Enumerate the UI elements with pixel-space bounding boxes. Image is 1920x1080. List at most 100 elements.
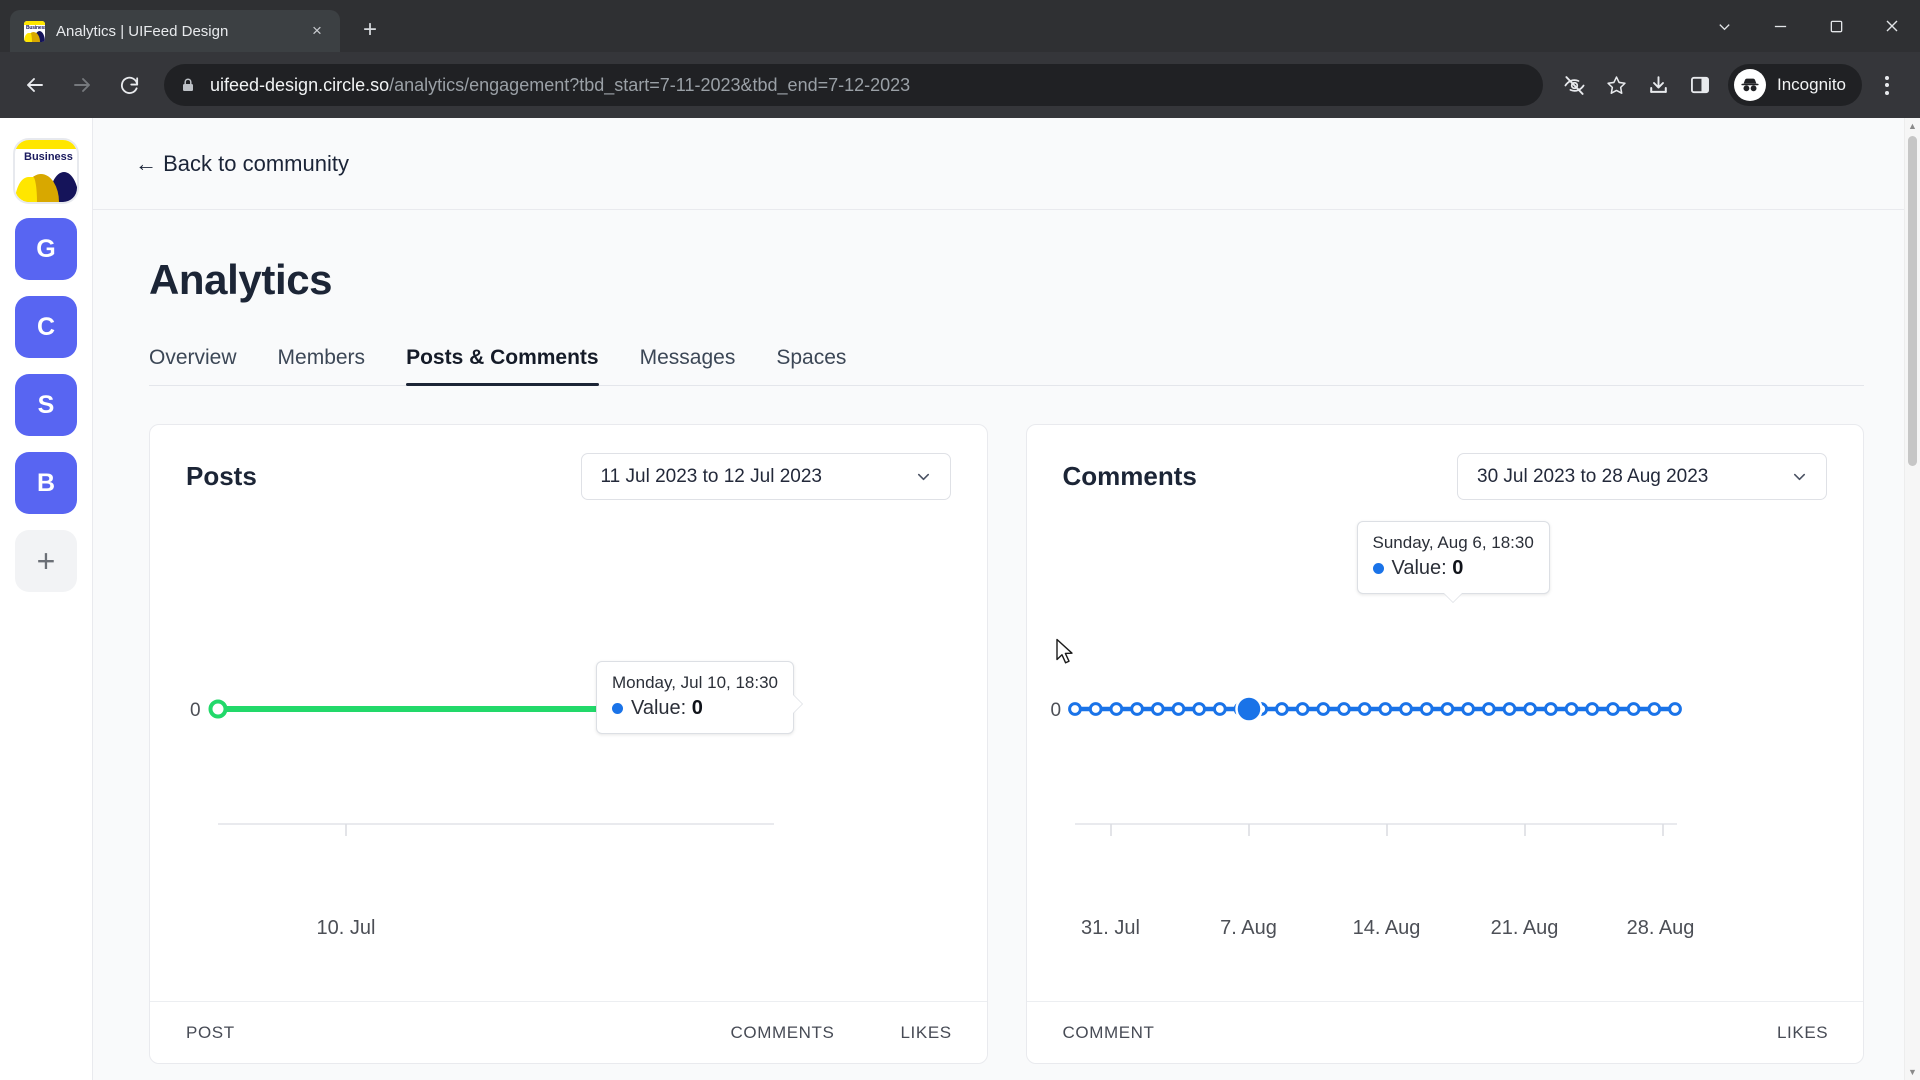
- maximize-icon[interactable]: [1808, 0, 1864, 52]
- tab-favicon-icon: Business: [24, 20, 45, 42]
- tab-messages[interactable]: Messages: [640, 346, 736, 385]
- comments-data-point[interactable]: [1150, 702, 1165, 716]
- browser-window: Business Analytics | UIFeed Design × + u…: [0, 0, 1920, 1080]
- posts-tooltip-value-row: Value: 0: [612, 697, 778, 720]
- comments-chart-tooltip: Sunday, Aug 6, 18:30 Value: 0: [1356, 521, 1550, 602]
- comments-data-point[interactable]: [1481, 702, 1496, 716]
- comments-data-point[interactable]: [1088, 702, 1103, 716]
- comments-highlighted-point: [1234, 695, 1263, 723]
- tab-members[interactable]: Members: [278, 346, 366, 385]
- page-viewport: Business G C S B + ← Back to community A…: [0, 118, 1920, 1080]
- posts-date-range-select[interactable]: 11 Jul 2023 to 12 Jul 2023: [580, 453, 951, 500]
- close-window-icon[interactable]: [1864, 0, 1920, 52]
- comments-data-point[interactable]: [1191, 702, 1206, 716]
- tab-posts-and-comments[interactable]: Posts & Comments: [406, 346, 599, 386]
- comments-data-point[interactable]: [1605, 702, 1620, 716]
- posts-col-likes: LIKES: [900, 1022, 952, 1042]
- comments-data-point[interactable]: [1295, 702, 1309, 716]
- comments-table-header: COMMENT LIKES: [1026, 1001, 1863, 1063]
- rail-item-c[interactable]: C: [15, 296, 77, 358]
- page-title: Analytics: [149, 256, 333, 303]
- eye-slash-icon[interactable]: [1554, 65, 1594, 105]
- add-community-button[interactable]: +: [15, 530, 77, 592]
- comments-col-likes: LIKES: [1777, 1022, 1829, 1042]
- comments-x-tick-2: 14. Aug: [1352, 917, 1421, 939]
- comments-data-point[interactable]: [1543, 702, 1558, 716]
- scroll-down-arrow-icon[interactable]: ▼: [1905, 1064, 1920, 1080]
- favicon-word: Business: [26, 24, 45, 31]
- tab-overview[interactable]: Overview: [149, 346, 237, 385]
- back-icon[interactable]: [14, 64, 56, 106]
- comments-data-point[interactable]: [1398, 702, 1413, 716]
- comments-data-point[interactable]: [1626, 702, 1641, 716]
- close-tab-icon[interactable]: ×: [304, 18, 330, 44]
- window-controls: [1696, 0, 1920, 52]
- posts-tooltip-value: Value: 0: [631, 697, 703, 719]
- comments-data-point[interactable]: [1129, 702, 1144, 716]
- posts-tooltip-date: Monday, Jul 10, 18:30: [612, 673, 779, 692]
- tab-spaces[interactable]: Spaces: [776, 346, 846, 385]
- chevron-down-icon[interactable]: [1696, 0, 1752, 52]
- url-text: uifeed-design.circle.so/analytics/engage…: [210, 75, 910, 96]
- comments-x-tick-4: 28. Aug: [1626, 917, 1695, 939]
- back-to-community-link[interactable]: ← Back to community: [135, 151, 349, 177]
- posts-date-range-value: 11 Jul 2023 to 12 Jul 2023: [600, 465, 823, 487]
- new-tab-button[interactable]: +: [352, 12, 388, 48]
- series-dot-icon: [1372, 563, 1384, 574]
- rail-item-b[interactable]: B: [15, 452, 77, 514]
- rail-logo-icon[interactable]: Business: [15, 140, 77, 202]
- url-host: uifeed-design.circle.so: [210, 74, 390, 95]
- posts-chart-tooltip: Monday, Jul 10, 18:30 Value: 0: [596, 661, 803, 734]
- posts-x-axis: 10. Jul: [150, 906, 987, 946]
- posts-x-tick-0: 10. Jul: [316, 917, 376, 939]
- download-icon[interactable]: [1638, 65, 1678, 105]
- scroll-up-arrow-icon[interactable]: ▲: [1905, 118, 1920, 134]
- page-body: Analytics Overview Members Posts & Comme…: [93, 210, 1920, 1064]
- comments-x-tick-0: 31. Jul: [1081, 917, 1140, 939]
- comments-date-range-select[interactable]: 30 Jul 2023 to 28 Aug 2023: [1457, 453, 1827, 500]
- comments-x-tick-3: 21. Aug: [1490, 917, 1559, 939]
- comments-data-point[interactable]: [1646, 702, 1661, 716]
- reload-icon[interactable]: [108, 64, 150, 106]
- address-bar[interactable]: uifeed-design.circle.so/analytics/engage…: [164, 64, 1543, 106]
- comments-data-point[interactable]: [1377, 702, 1392, 716]
- browser-tab[interactable]: Business Analytics | UIFeed Design ×: [10, 10, 340, 52]
- tab-strip: Business Analytics | UIFeed Design × +: [0, 0, 1920, 52]
- forward-icon[interactable]: [61, 64, 103, 106]
- minimize-icon[interactable]: [1752, 0, 1808, 52]
- comments-data-point[interactable]: [1067, 702, 1082, 716]
- comments-data-point[interactable]: [1108, 702, 1123, 716]
- comments-data-point[interactable]: [1460, 702, 1475, 716]
- scrollbar-thumb[interactable]: [1908, 136, 1917, 466]
- main-content: ← Back to community Analytics Overview M…: [92, 118, 1920, 1080]
- comments-data-point[interactable]: [1357, 702, 1372, 716]
- comments-chart: 0 Sunday, Aug 6, 18:30 Value: 0 31. Jul …: [1027, 506, 1864, 946]
- comments-tooltip-value-row: Value: 0: [1372, 557, 1534, 580]
- comments-data-point[interactable]: [1171, 702, 1185, 716]
- side-panel-icon[interactable]: [1680, 65, 1720, 105]
- comments-data-point[interactable]: [1274, 702, 1289, 716]
- comments-data-point[interactable]: [1336, 702, 1351, 716]
- profile-label: Incognito: [1777, 75, 1846, 94]
- comments-data-point[interactable]: [1564, 702, 1578, 716]
- comments-data-point[interactable]: [1212, 702, 1227, 716]
- comments-data-point[interactable]: [1502, 702, 1516, 716]
- posts-table-header: POST COMMENTS LIKES: [150, 1001, 987, 1063]
- comments-data-point[interactable]: [1522, 702, 1537, 716]
- posts-card-header: Posts 11 Jul 2023 to 12 Jul 2023: [150, 425, 987, 500]
- rail-item-g[interactable]: G: [15, 218, 77, 280]
- comments-data-point[interactable]: [1584, 702, 1599, 716]
- comments-data-point[interactable]: [1667, 702, 1682, 716]
- comments-data-point[interactable]: [1419, 702, 1434, 716]
- page-scrollbar[interactable]: ▲ ▼: [1904, 118, 1920, 1080]
- rail-item-s[interactable]: S: [15, 374, 77, 436]
- comments-data-point[interactable]: [1315, 702, 1330, 716]
- comments-data-point[interactable]: [1440, 702, 1454, 716]
- analytics-tabs: Overview Members Posts & Comments Messag…: [149, 346, 1864, 386]
- lock-icon: [180, 77, 196, 93]
- chevron-down-icon: [1790, 467, 1809, 486]
- bookmark-star-icon[interactable]: [1596, 65, 1636, 105]
- kebab-menu-icon[interactable]: [1868, 64, 1906, 106]
- profile-chip[interactable]: Incognito: [1728, 64, 1862, 106]
- series-dot-icon: [612, 703, 623, 714]
